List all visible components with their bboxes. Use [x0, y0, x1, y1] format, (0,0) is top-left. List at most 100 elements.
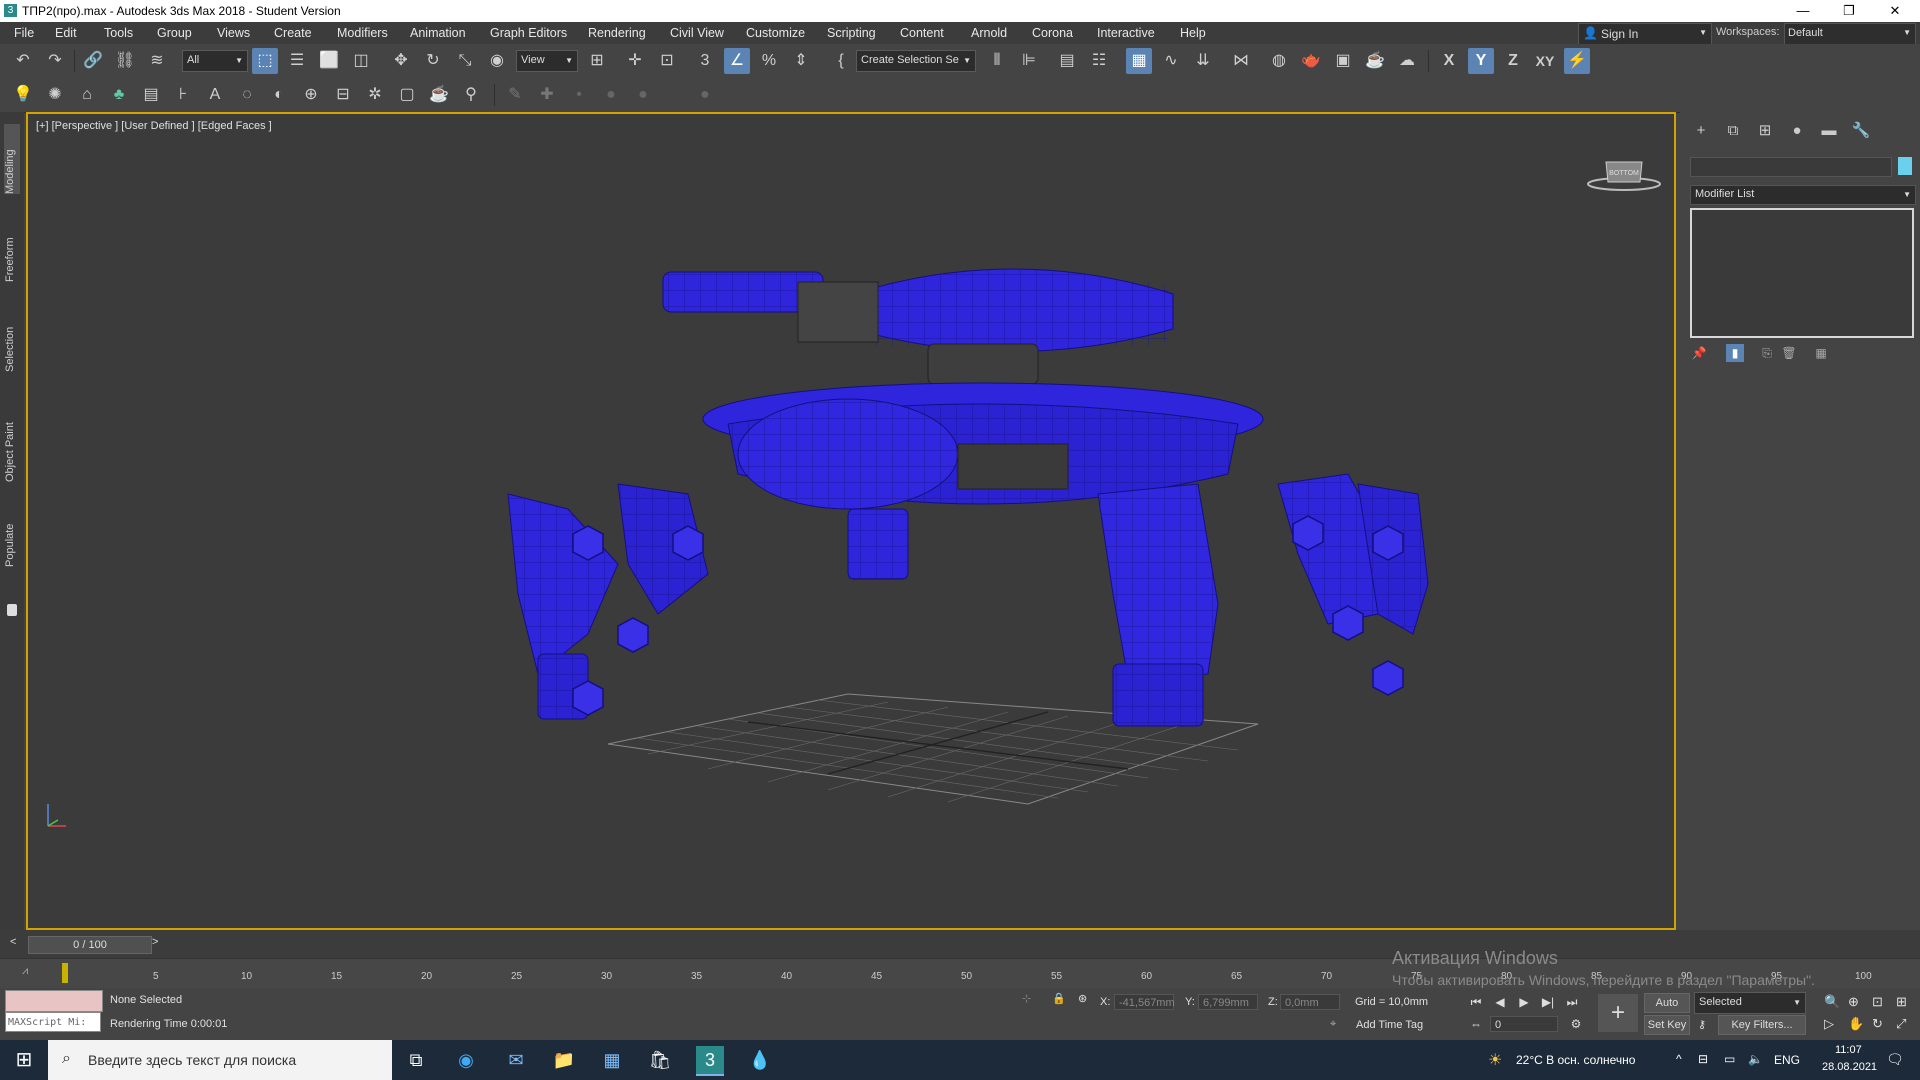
move-icon[interactable]: ✥: [388, 48, 414, 74]
zoom-extents-all-icon[interactable]: ⊞: [1896, 994, 1907, 1010]
tab-selection[interactable]: Selection: [4, 312, 20, 372]
set-key-button[interactable]: Set Key: [1644, 1015, 1690, 1035]
schematic-view-icon[interactable]: ⋈: [1228, 48, 1254, 74]
tab-freeform[interactable]: Freeform: [4, 222, 20, 282]
orbit-icon[interactable]: ◌: [234, 82, 260, 108]
key-filters-button[interactable]: Key Filters...: [1718, 1015, 1806, 1035]
light-icon[interactable]: 💡: [10, 82, 36, 108]
app-icon[interactable]: 3: [4, 4, 17, 17]
menu-rendering[interactable]: Rendering: [588, 26, 646, 40]
constrain-x-button[interactable]: X: [1436, 48, 1462, 74]
add-time-tag[interactable]: Add Time Tag: [1356, 1019, 1423, 1031]
menu-views[interactable]: Views: [217, 26, 250, 40]
frame-icon[interactable]: ⊟: [330, 82, 356, 108]
restore-button[interactable]: ❐: [1826, 0, 1872, 22]
current-frame-input[interactable]: 0: [1490, 1016, 1558, 1032]
3ds-max-taskbar-icon[interactable]: 3: [696, 1046, 724, 1076]
isolate-icon[interactable]: ⊹: [1022, 992, 1031, 1005]
tab-object-paint[interactable]: Object Paint: [4, 402, 20, 482]
create-tab-icon[interactable]: +: [1688, 120, 1714, 142]
menu-help[interactable]: Help: [1180, 26, 1206, 40]
object-color-swatch[interactable]: [1898, 157, 1912, 175]
notifications-icon[interactable]: 🗨: [1886, 1051, 1904, 1068]
menu-scripting[interactable]: Scripting: [827, 26, 876, 40]
volume-icon[interactable]: 🔈: [1748, 1052, 1763, 1066]
mirror-icon[interactable]: ⫴: [984, 48, 1010, 74]
language-indicator[interactable]: ENG: [1774, 1053, 1800, 1067]
menu-interactive[interactable]: Interactive: [1097, 26, 1155, 40]
ribbon-toggle-icon[interactable]: ▦: [1126, 48, 1152, 74]
close-button[interactable]: ✕: [1872, 0, 1918, 22]
display-icon[interactable]: ▭: [1724, 1052, 1735, 1066]
go-to-start-icon[interactable]: ⏮: [1466, 992, 1486, 1012]
redo-icon[interactable]: ↷: [42, 48, 68, 74]
region-icon[interactable]: ⊕: [298, 82, 324, 108]
weather-icon[interactable]: ☀: [1488, 1050, 1502, 1070]
constrain-y-button[interactable]: Y: [1468, 48, 1494, 74]
zoom-all-icon[interactable]: ⊕: [1848, 994, 1859, 1010]
constraint-toggle-icon[interactable]: ⚡: [1564, 48, 1590, 74]
make-unique-icon[interactable]: ⎘: [1758, 344, 1776, 362]
menu-arnold[interactable]: Arnold: [971, 26, 1007, 40]
menu-civil-view[interactable]: Civil View: [670, 26, 724, 40]
select-object-icon[interactable]: ⬚: [252, 48, 278, 74]
file-explorer-icon[interactable]: 📁: [550, 1046, 578, 1074]
place-icon[interactable]: ◉: [484, 48, 510, 74]
percent-snap-icon[interactable]: %: [756, 48, 782, 74]
motion-tab-icon[interactable]: ●: [1784, 120, 1810, 142]
menu-modifiers[interactable]: Modifiers: [337, 26, 388, 40]
select-by-name-icon[interactable]: ☰: [284, 48, 310, 74]
menu-group[interactable]: Group: [157, 26, 192, 40]
go-to-end-icon[interactable]: ⏭: [1562, 992, 1582, 1012]
menu-customize[interactable]: Customize: [746, 26, 805, 40]
unlink-icon[interactable]: ⛓: [112, 48, 138, 74]
time-config-icon[interactable]: ⇔: [1466, 1014, 1486, 1034]
modifier-stack[interactable]: [1690, 208, 1914, 338]
task-view-icon[interactable]: ⧉: [402, 1046, 430, 1074]
ref-coord-dropdown[interactable]: View ▼: [516, 50, 578, 72]
maxscript-mini-listener[interactable]: MAXScript Mi:: [5, 1012, 101, 1032]
tab-populate[interactable]: Populate: [4, 507, 20, 567]
pan-icon[interactable]: ✋: [1848, 1016, 1864, 1032]
menu-animation[interactable]: Animation: [410, 26, 466, 40]
store-icon[interactable]: 🛍: [646, 1046, 674, 1074]
scene-explorer-icon[interactable]: ▤: [1054, 48, 1080, 74]
render-frame-icon[interactable]: ▣: [1330, 48, 1356, 74]
menu-file[interactable]: File: [14, 26, 34, 40]
mail-icon[interactable]: ✉: [502, 1046, 530, 1074]
snap-toggle-icon[interactable]: 3: [692, 48, 718, 74]
rotate-icon[interactable]: ↻: [420, 48, 446, 74]
undo-icon[interactable]: ↶: [10, 48, 36, 74]
zoom-extents-icon[interactable]: ⊡: [1872, 994, 1883, 1010]
selection-set-dropdown[interactable]: Create Selection Se ▼: [856, 50, 976, 72]
select-manipulate-icon[interactable]: ✛: [622, 48, 648, 74]
particle-icon[interactable]: ✲: [362, 82, 388, 108]
material-editor-icon[interactable]: ◍: [1266, 48, 1292, 74]
zoom-icon[interactable]: 🔍: [1824, 994, 1840, 1010]
rect-selection-icon[interactable]: ⬜: [316, 48, 342, 74]
time-slider-knob[interactable]: 0 / 100: [28, 936, 152, 954]
next-key-icon[interactable]: ▶|: [1538, 992, 1558, 1012]
maxscript-listener-output[interactable]: [5, 990, 103, 1012]
ribbon-toggle-icon[interactable]: [7, 604, 17, 616]
key-mode-dropdown[interactable]: Selected ▼: [1694, 992, 1806, 1014]
pin-stack-icon[interactable]: 📌: [1690, 344, 1708, 362]
box-icon[interactable]: ▢: [394, 82, 420, 108]
previous-key-icon[interactable]: ◀: [1490, 992, 1510, 1012]
menu-graph-editors[interactable]: Graph Editors: [490, 26, 567, 40]
render-setup-icon[interactable]: 🫖: [1298, 48, 1324, 74]
menu-content[interactable]: Content: [900, 26, 944, 40]
mini-curve-toggle-icon[interactable]: ⩘: [22, 965, 28, 978]
dope-sheet-icon[interactable]: ⇊: [1190, 48, 1216, 74]
utilities-tab-icon[interactable]: 🔧: [1848, 120, 1874, 142]
named-selection-icon[interactable]: {: [828, 48, 854, 74]
y-coordinate-field[interactable]: 6,799mm: [1198, 994, 1258, 1010]
menu-corona[interactable]: Corona: [1032, 26, 1073, 40]
remove-modifier-icon[interactable]: 🗑: [1780, 344, 1798, 362]
network-icon[interactable]: ⊟: [1698, 1052, 1708, 1066]
add-point-icon[interactable]: ✚: [534, 82, 560, 108]
x-coordinate-field[interactable]: -41,567mm: [1114, 994, 1175, 1010]
lock-icon[interactable]: 🔒: [1052, 992, 1066, 1005]
object-name-input[interactable]: [1690, 157, 1892, 177]
pivot-center-icon[interactable]: ⊞: [584, 48, 610, 74]
